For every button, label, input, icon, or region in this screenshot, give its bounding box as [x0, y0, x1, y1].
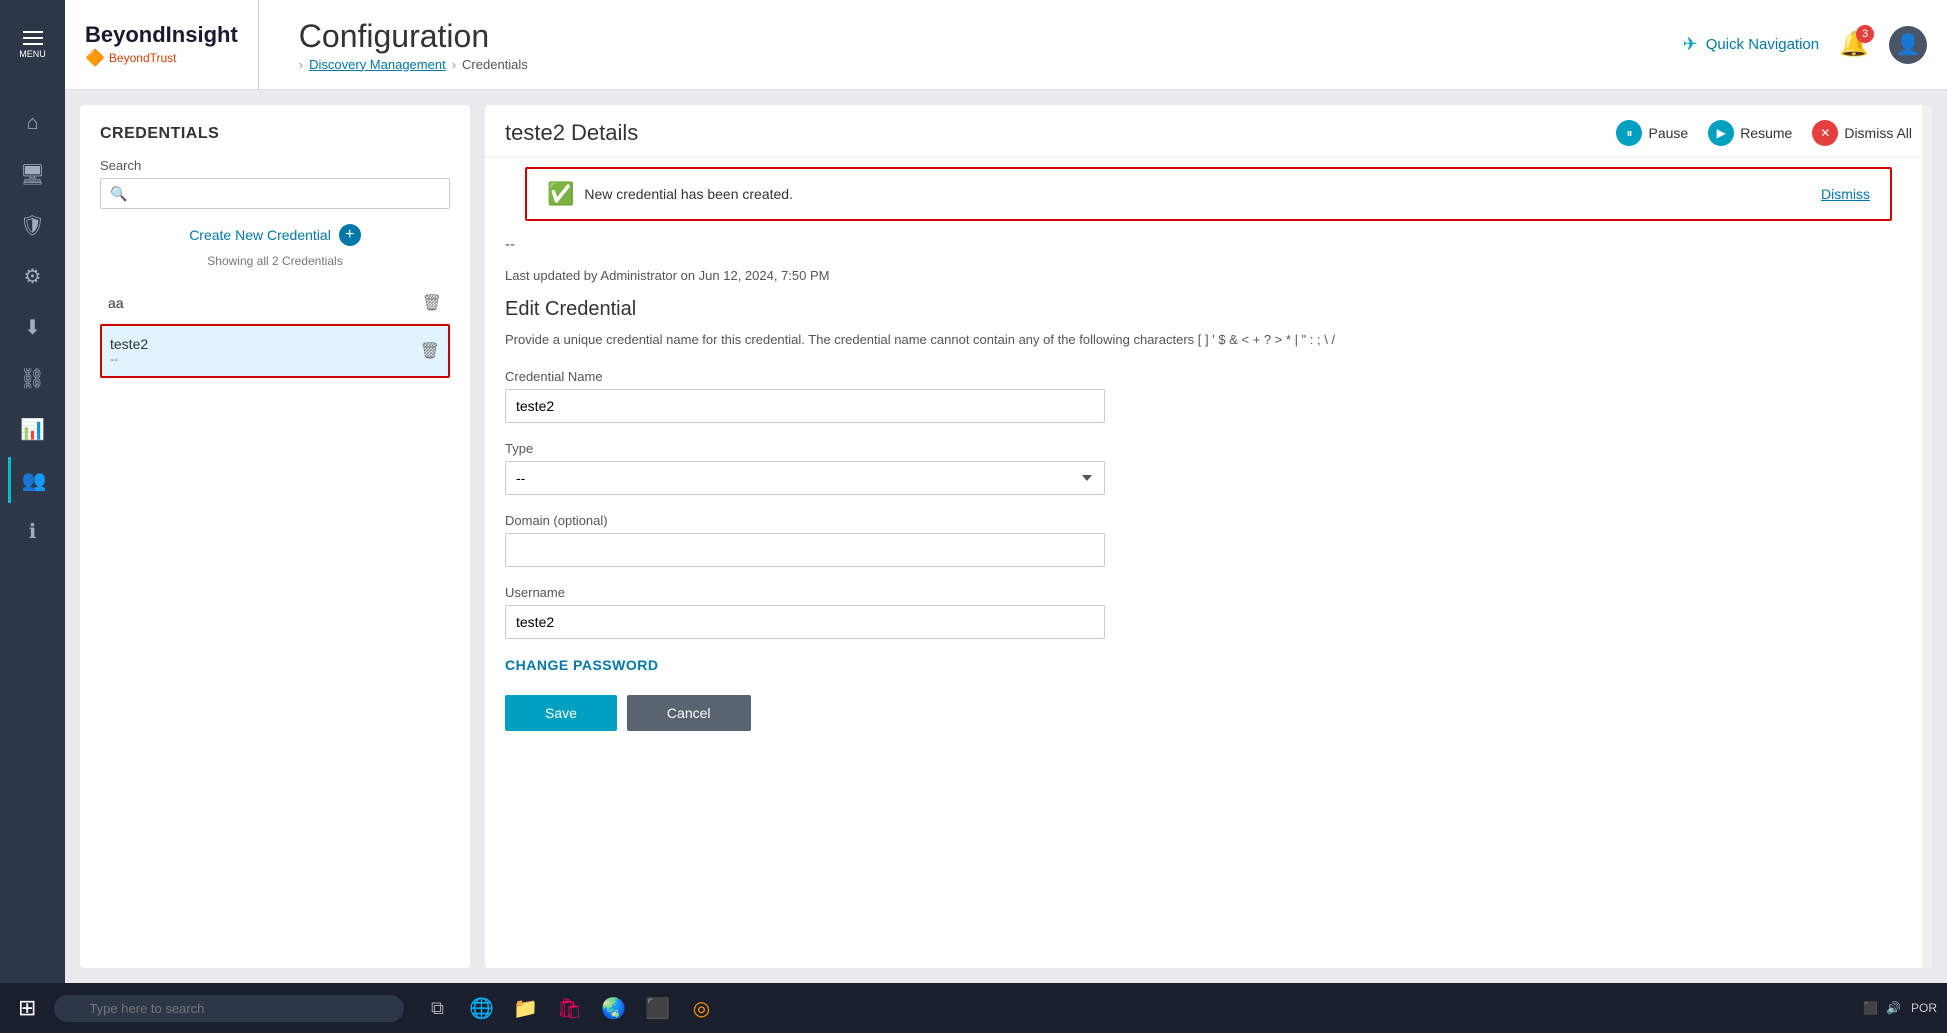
breadcrumb: › Discovery Management › Credentials	[299, 57, 1683, 72]
type-label: Type	[505, 441, 1912, 456]
logo-icon: 🔶	[85, 48, 105, 68]
tray-icons: ⬛ 🔊	[1863, 1001, 1901, 1015]
taskbar-apps: ⧉ 🌐 📁 🛍 🌏 ⬛ ◎	[419, 990, 719, 1026]
details-body: -- Last updated by Administrator on Jun …	[485, 231, 1932, 968]
tray-volume-icon[interactable]: 🔊	[1886, 1001, 1901, 1015]
edit-credential-description: Provide a unique credential name for thi…	[505, 331, 1912, 349]
credential-name-teste2: teste2	[110, 336, 148, 352]
domain-group: Domain (optional)	[505, 513, 1912, 567]
credential-item-teste2[interactable]: teste2 -- 🗑	[100, 324, 450, 378]
taskbar-app-task-view[interactable]: ⧉	[419, 990, 455, 1026]
create-new-credential-link[interactable]: Create New Credential	[189, 227, 331, 243]
dismiss-all-label: Dismiss All	[1844, 125, 1912, 141]
taskbar-app-edge[interactable]: 🌐	[463, 990, 499, 1026]
success-icon: ✅	[547, 181, 574, 207]
username-label: Username	[505, 585, 1912, 600]
avatar-icon: 👤	[1896, 32, 1921, 57]
resume-icon: ▶	[1708, 120, 1734, 146]
sidebar-item-desktop[interactable]: 🖥	[8, 151, 58, 197]
sidebar-item-download[interactable]: ⬇	[8, 304, 58, 350]
notification-banner: ✅ New credential has been created. Dismi…	[525, 167, 1892, 221]
taskbar: ⊞ 🔍 ⧉ 🌐 📁 🛍 🌏 ⬛ ◎	[0, 983, 1947, 1033]
details-title: teste2 Details	[505, 120, 638, 146]
search-label: Search	[100, 158, 450, 173]
user-avatar-button[interactable]: 👤	[1889, 26, 1927, 64]
details-sub: --	[505, 231, 1912, 258]
pause-icon: ⏸	[1616, 120, 1642, 146]
credentials-panel: CREDENTIALS Search 🔍 Create New Credenti…	[80, 105, 470, 968]
taskbar-right: ⬛ 🔊 POR	[1863, 1001, 1937, 1015]
create-new-credential-button[interactable]: +	[339, 224, 361, 246]
dismiss-all-button[interactable]: ✕ Dismiss All	[1812, 120, 1912, 146]
breadcrumb-parent[interactable]: Discovery Management	[309, 57, 446, 72]
logo: BeyondInsight 🔶 BeyondTrust	[65, 0, 259, 90]
windows-start-button[interactable]: ⊞	[10, 995, 44, 1021]
username-group: Username	[505, 585, 1912, 639]
app-sub: BeyondTrust	[109, 51, 177, 65]
notifications-button[interactable]: 🔔 3	[1839, 30, 1869, 59]
credentials-title: CREDENTIALS	[100, 125, 450, 143]
sidebar-item-link[interactable]: ⛓	[8, 355, 58, 401]
menu-button[interactable]: MENU	[0, 0, 65, 90]
credential-name-group: Credential Name	[505, 369, 1912, 423]
search-input[interactable]	[100, 178, 450, 209]
username-input[interactable]	[505, 605, 1105, 639]
taskbar-app-web[interactable]: 🌏	[595, 990, 631, 1026]
menu-label: MENU	[19, 49, 46, 59]
sidebar-item-chart[interactable]: 📊	[8, 406, 58, 452]
page-title: Configuration	[299, 18, 1683, 55]
change-password-link[interactable]: CHANGE PASSWORD	[505, 657, 658, 673]
sidebar-item-shield[interactable]: 🛡	[8, 202, 58, 248]
domain-input[interactable]	[505, 533, 1105, 567]
details-panel: teste2 Details ⏸ Pause ▶ Resume ✕ Dismis	[485, 105, 1932, 968]
app-name: BeyondInsight	[85, 22, 238, 48]
credential-name-input[interactable]	[505, 389, 1105, 423]
resume-label: Resume	[1740, 125, 1792, 141]
save-button[interactable]: Save	[505, 695, 617, 731]
sidebar-item-settings[interactable]: ⚙	[8, 253, 58, 299]
type-group: Type --	[505, 441, 1912, 495]
showing-credentials-label: Showing all 2 Credentials	[100, 254, 450, 268]
taskbar-search-input[interactable]	[54, 995, 404, 1022]
taskbar-app-files[interactable]: 📁	[507, 990, 543, 1026]
credential-name-label: Credential Name	[505, 369, 1912, 384]
scrollbar-track[interactable]	[1922, 105, 1932, 968]
last-updated: Last updated by Administrator on Jun 12,…	[505, 258, 1912, 298]
quick-nav-icon: ✈	[1683, 34, 1698, 55]
domain-label: Domain (optional)	[505, 513, 1912, 528]
taskbar-app-terminal[interactable]: ⬛	[639, 990, 675, 1026]
breadcrumb-current: Credentials	[462, 57, 528, 72]
edit-credential-title: Edit Credential	[505, 298, 1912, 321]
sidebar-item-users[interactable]: 👥	[8, 457, 58, 503]
pause-label: Pause	[1648, 125, 1688, 141]
dismiss-notification-button[interactable]: Dismiss	[1821, 186, 1870, 202]
quick-nav-label: Quick Navigation	[1706, 36, 1819, 53]
pause-button[interactable]: ⏸ Pause	[1616, 120, 1688, 146]
taskbar-app-store[interactable]: 🛍	[551, 990, 587, 1026]
cancel-button[interactable]: Cancel	[627, 695, 751, 731]
taskbar-app-loader[interactable]: ◎	[683, 990, 719, 1026]
notification-badge: 3	[1856, 25, 1874, 43]
delete-credential-aa-button[interactable]: 🗑	[422, 293, 442, 313]
quick-navigation-button[interactable]: ✈ Quick Navigation	[1683, 34, 1819, 55]
language-badge: POR	[1911, 1001, 1937, 1015]
delete-credential-teste2-button[interactable]: 🗑	[420, 341, 440, 361]
notification-message: New credential has been created.	[584, 186, 1811, 202]
dismiss-icon: ✕	[1812, 120, 1838, 146]
form-buttons: Save Cancel	[505, 695, 1912, 731]
search-icon: 🔍	[110, 185, 127, 202]
credential-name-aa: aa	[108, 295, 124, 311]
credential-item-aa[interactable]: aa 🗑	[100, 283, 450, 324]
type-select[interactable]: --	[505, 461, 1105, 495]
resume-button[interactable]: ▶ Resume	[1708, 120, 1792, 146]
sidebar: ⌂ 🖥 🛡 ⚙ ⬇ ⛓ 📊 👥 ℹ	[0, 90, 65, 983]
credentials-list: aa 🗑 teste2 -- 🗑	[100, 283, 450, 948]
sidebar-item-info[interactable]: ℹ	[8, 508, 58, 554]
sidebar-item-home[interactable]: ⌂	[8, 100, 58, 146]
tray-network-icon[interactable]: ⬛	[1863, 1001, 1878, 1015]
